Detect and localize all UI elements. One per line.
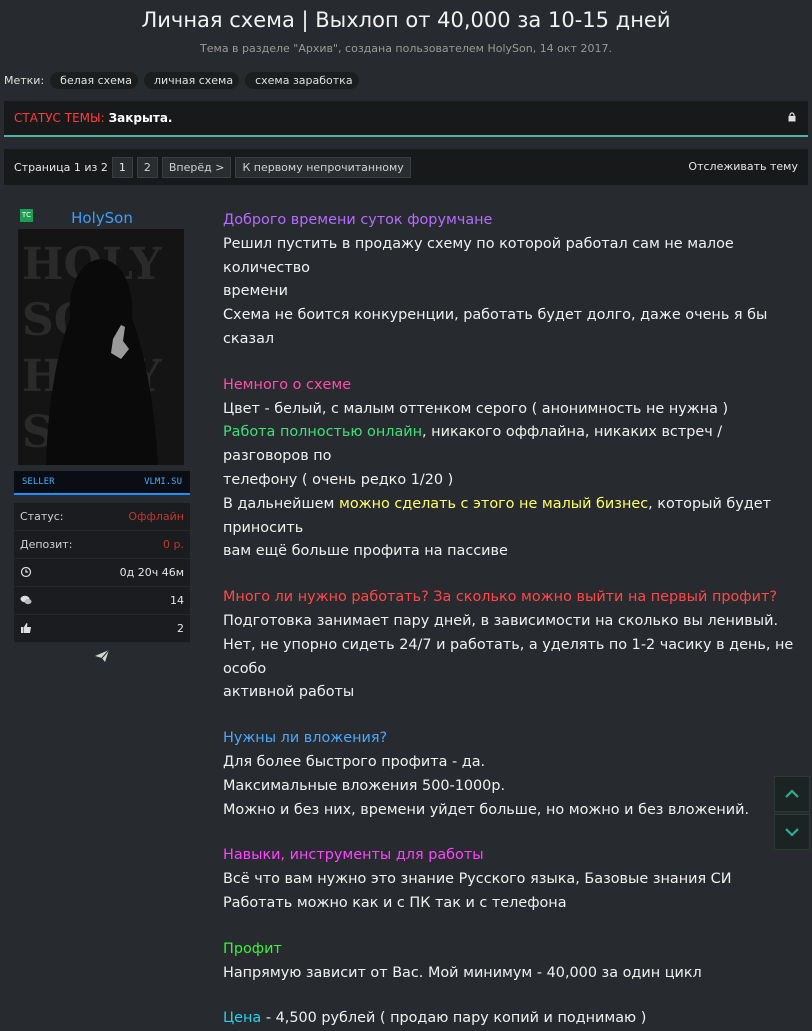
thread-subtitle: Тема в разделе "Архив", создана пользова… bbox=[200, 42, 612, 55]
post-line: Максимальные вложения 500-1000р. bbox=[223, 777, 506, 794]
post-line: телефону ( очень редко 1/20 ) bbox=[223, 471, 454, 488]
user-status-row: Статус: Оффлайн bbox=[14, 503, 190, 531]
tag-item[interactable]: схема заработка bbox=[245, 72, 359, 89]
tags-label: Метки: bbox=[4, 74, 45, 87]
user-time-row: 0д 20ч 46м bbox=[14, 559, 190, 587]
status-value: Закрыта. bbox=[108, 111, 173, 125]
post-heading-invest: Нужны ли вложения? bbox=[223, 730, 388, 747]
userbar-banner: SELLER VLMI.SU bbox=[14, 471, 190, 495]
page-navigation: Страница 1 из 2 1 2 Вперёд > К первому н… bbox=[4, 149, 808, 185]
price-label: Цена bbox=[223, 1010, 262, 1027]
post-price-line: Цена - 4,500 рублей ( продаю пару копий … bbox=[223, 1010, 647, 1027]
page-indicator: Страница 1 из 2 bbox=[14, 160, 108, 174]
lock-icon bbox=[788, 112, 796, 122]
post-line: Напрямую зависит от Вас. Мой минимум - 4… bbox=[223, 964, 702, 981]
post-line: Нет, не упорно сидеть 24/7 и работать, а… bbox=[223, 636, 794, 677]
status-label: СТАТУС ТЕМЫ: bbox=[14, 111, 105, 125]
post-line: Работа полностью онлайн, никакого оффлай… bbox=[223, 424, 723, 465]
page-button-1[interactable]: 1 bbox=[111, 156, 133, 178]
tag-item[interactable]: личная схема bbox=[143, 72, 240, 89]
post-content: Доброго времени суток форумчане Решил пу… bbox=[223, 209, 808, 1031]
post-line: Подготовка занимает пару дней, в зависим… bbox=[223, 612, 779, 629]
post-line: Для более быстрого профита - да. bbox=[223, 753, 486, 770]
user-stat-value: 0д 20ч 46м bbox=[119, 566, 184, 579]
post-line: активной работы bbox=[223, 684, 355, 701]
username[interactable]: HolySon bbox=[14, 209, 190, 227]
post-line: Схема не боится конкуренции, работать бу… bbox=[223, 307, 768, 347]
send-message-icon[interactable] bbox=[94, 649, 110, 663]
post-line: времени bbox=[223, 283, 288, 300]
user-messages-row: 14 bbox=[14, 587, 190, 615]
userbar-site: VLMI.SU bbox=[144, 477, 182, 487]
chevron-up-icon bbox=[785, 789, 799, 798]
scroll-down-button[interactable] bbox=[774, 814, 810, 850]
user-stat-value: 0 р. bbox=[163, 538, 184, 551]
user-likes-row: 2 bbox=[14, 615, 190, 643]
chevron-down-icon bbox=[785, 828, 799, 837]
topic-starter-badge: ТС bbox=[20, 209, 33, 222]
highlight-business: можно сделать с этого не малый бизнес bbox=[338, 495, 649, 512]
post-line: Решил пустить в продажу схему по которой… bbox=[223, 235, 734, 276]
tags-bar: Метки: белая схема личная схема схема за… bbox=[4, 72, 365, 89]
post-line: В дальнейшем можно сделать с этого не ма… bbox=[223, 495, 771, 536]
post-line: Цвет - белый, с малым оттенком серого ( … bbox=[223, 400, 729, 417]
post-heading-profit: Профит bbox=[223, 940, 282, 957]
messages-icon bbox=[20, 595, 32, 605]
user-stat-value: 14 bbox=[170, 594, 184, 607]
user-stat-value: Оффлайн bbox=[128, 510, 184, 523]
thread-title: Личная схема | Выхлоп от 40,000 за 10-15… bbox=[141, 8, 671, 32]
first-unread-button[interactable]: К первому непрочитанному bbox=[235, 156, 411, 178]
post-line: вам ещё больше профита на пассиве bbox=[223, 543, 508, 560]
post-line: Работать можно как и с ПК так и с телефо… bbox=[223, 894, 567, 911]
tag-item[interactable]: белая схема bbox=[50, 72, 138, 89]
post-line: Можно и без них, времени уйдет больше, н… bbox=[223, 801, 750, 818]
scroll-up-button[interactable] bbox=[774, 776, 810, 812]
user-stat-label: Депозит: bbox=[20, 538, 73, 551]
post-line: Всё что вам нужно это знание Русского яз… bbox=[223, 871, 732, 888]
next-page-button[interactable]: Вперёд > bbox=[161, 156, 232, 178]
user-stat-label: Статус: bbox=[20, 510, 64, 523]
page-button-2[interactable]: 2 bbox=[136, 156, 158, 178]
highlight-online: Работа полностью онлайн bbox=[223, 424, 423, 441]
user-stat-value: 2 bbox=[177, 622, 184, 635]
avatar[interactable]: HOLY SON HOLY SON bbox=[18, 229, 184, 465]
post-heading-work: Много ли нужно работать? За сколько можн… bbox=[223, 589, 777, 606]
clock-icon bbox=[20, 566, 32, 578]
thread-status-bar: СТАТУС ТЕМЫ: Закрыта. bbox=[4, 101, 808, 137]
userbar-role: SELLER bbox=[22, 477, 55, 487]
thumbs-up-icon bbox=[21, 623, 31, 633]
post-heading-skills: Навыки, инструменты для работы bbox=[223, 847, 484, 864]
user-deposit-row: Депозит: 0 р. bbox=[14, 531, 190, 559]
watch-thread-link[interactable]: Отслеживать тему bbox=[688, 160, 798, 173]
post-heading-scheme: Немного о схеме bbox=[223, 376, 352, 393]
avatar-image: HOLY SON HOLY SON bbox=[18, 229, 184, 465]
post-greeting: Доброго времени суток форумчане bbox=[223, 212, 493, 228]
